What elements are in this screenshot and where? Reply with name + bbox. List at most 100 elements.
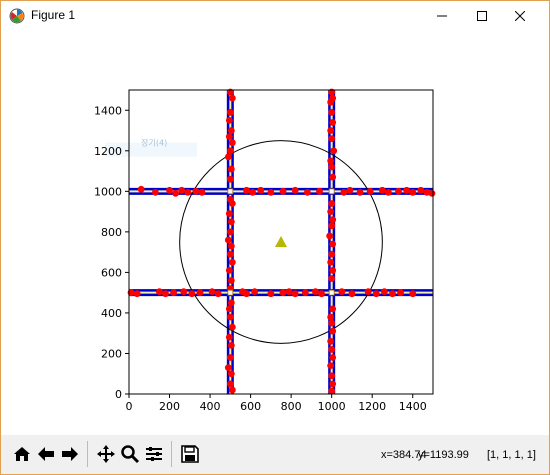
data-point [166,186,173,194]
data-point [366,187,374,195]
data-point [188,290,196,298]
data-point [327,362,335,370]
y-tick-label: 400 [101,307,122,320]
data-point [409,290,417,298]
data-point [243,290,250,298]
data-point [192,187,200,195]
data-point [329,266,337,274]
data-point [267,188,275,196]
toolbar-separator [87,441,88,467]
zoom-button[interactable] [119,441,141,467]
navigation-toolbar: x=384.74 y=1193.99 [1, 1, 1, 1] [1,435,549,474]
data-point [227,299,235,307]
data-point [267,290,275,298]
data-point [364,288,372,296]
data-point [224,364,232,372]
data-point [328,222,336,230]
data-point [224,236,232,244]
pan-icon [97,445,115,463]
data-point [329,354,337,361]
data-point [225,210,233,218]
data-point [172,189,180,197]
data-point [328,275,336,282]
back-icon [38,447,54,461]
configure-subplots-icon [146,447,162,461]
x-tick-label: 600 [240,400,261,413]
data-point [184,188,192,196]
data-point [329,305,337,313]
y-tick-label: 1000 [94,185,122,198]
data-point [409,188,417,196]
data-point [227,165,235,173]
data-point [328,250,336,258]
data-point [226,147,234,155]
configure-subplots-button[interactable] [143,441,165,467]
zoom-icon [121,445,140,464]
data-point [214,290,222,298]
data-point [389,290,396,298]
data-point [156,288,163,296]
pan-button[interactable] [95,441,117,467]
data-point [372,290,380,298]
close-button[interactable] [497,1,543,31]
data-point [228,94,236,102]
data-point [385,188,392,196]
forward-icon [62,447,78,461]
close-icon [515,11,525,21]
data-point [327,337,335,345]
data-point [178,186,186,194]
data-point [316,187,323,195]
y-tick-label: 800 [101,226,122,239]
data-point [151,188,159,196]
data-point [180,288,188,296]
data-point [348,290,356,298]
data-point [226,354,234,361]
data-point [243,186,250,194]
data-point [327,157,335,165]
data-point [225,305,233,313]
data-point [328,135,336,143]
intersection-marker [227,188,234,195]
x-tick-label: 0 [126,400,133,413]
x-tick-label: 800 [281,400,302,413]
plot-svg[interactable]: 장기(4) 0 200 400 600 800 1000 1200 1400 0 200 400 600… [1,31,549,435]
data-point [303,188,311,196]
x-tick-label: 400 [200,400,221,413]
forward-button[interactable] [59,441,81,467]
data-point [328,372,336,380]
data-point [291,290,299,298]
home-icon [14,447,30,461]
save-icon [181,445,199,463]
data-point [301,289,309,297]
intersection-marker [328,289,335,296]
y-tick-label: 200 [101,347,122,360]
x-tick-label: 1000 [318,400,346,413]
data-point [226,313,234,321]
title-bar[interactable]: Figure 1 [1,1,549,31]
data-point [208,288,216,296]
data-point [356,188,364,196]
data-point [397,289,404,297]
save-button[interactable] [179,441,201,467]
x-tick-label: 200 [159,400,180,413]
data-point [312,288,319,296]
data-point [226,250,234,258]
data-point [228,200,236,207]
data-point [251,288,259,296]
data-point [327,313,335,321]
data-point [417,186,425,194]
data-point [249,188,257,196]
data-point [326,232,334,240]
data-point [279,289,287,297]
y-tick-label: 0 [115,388,122,401]
data-point [328,200,336,207]
figure-canvas[interactable]: 장기(4) 0 200 400 600 800 1000 1200 1400 0 200 400 600… [1,31,549,435]
back-button[interactable] [35,441,57,467]
data-point [328,163,336,171]
data-point [226,228,234,236]
data-point [380,288,388,296]
data-point [328,387,336,395]
data-point [227,370,235,378]
home-button[interactable] [11,441,33,467]
data-point [346,186,354,194]
